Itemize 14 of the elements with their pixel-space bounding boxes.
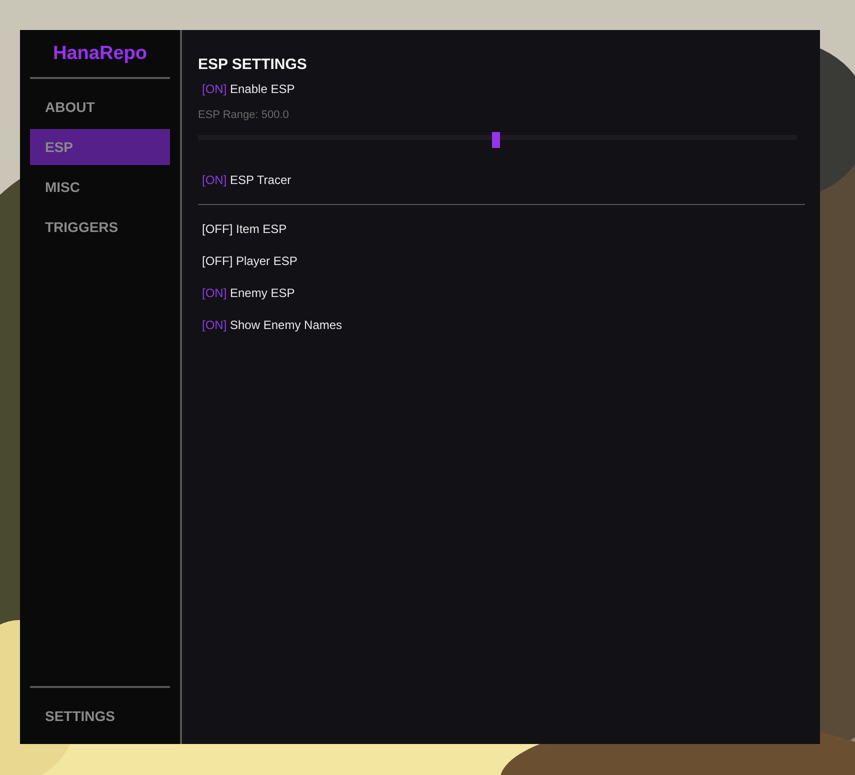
toggle-option[interactable]: [OFF] Player ESP [202, 245, 801, 277]
app-logo: HanaRepo [52, 42, 148, 66]
toggle-option[interactable]: [ON] Enemy ESP [202, 277, 801, 309]
toggle-option[interactable]: [ON] ESP Tracer [202, 164, 801, 196]
toggle-option[interactable]: [ON] Enable ESP [202, 73, 801, 105]
toggle-option[interactable]: [OFF] Item ESP [202, 213, 801, 245]
sidebar-tab[interactable]: SETTINGS [30, 698, 170, 734]
toggle-option[interactable]: [ON] Show Enemy Names [202, 309, 801, 341]
sidebar-tab[interactable]: ABOUT [30, 89, 170, 125]
sidebar-tab[interactable]: MISC [30, 169, 170, 205]
slider-label: ESP Range: 500.0 [198, 108, 290, 123]
section-title: ESP SETTINGS [198, 56, 308, 73]
slider-thumb[interactable] [492, 132, 500, 148]
sidebar-tab[interactable]: TRIGGERS [30, 209, 170, 245]
